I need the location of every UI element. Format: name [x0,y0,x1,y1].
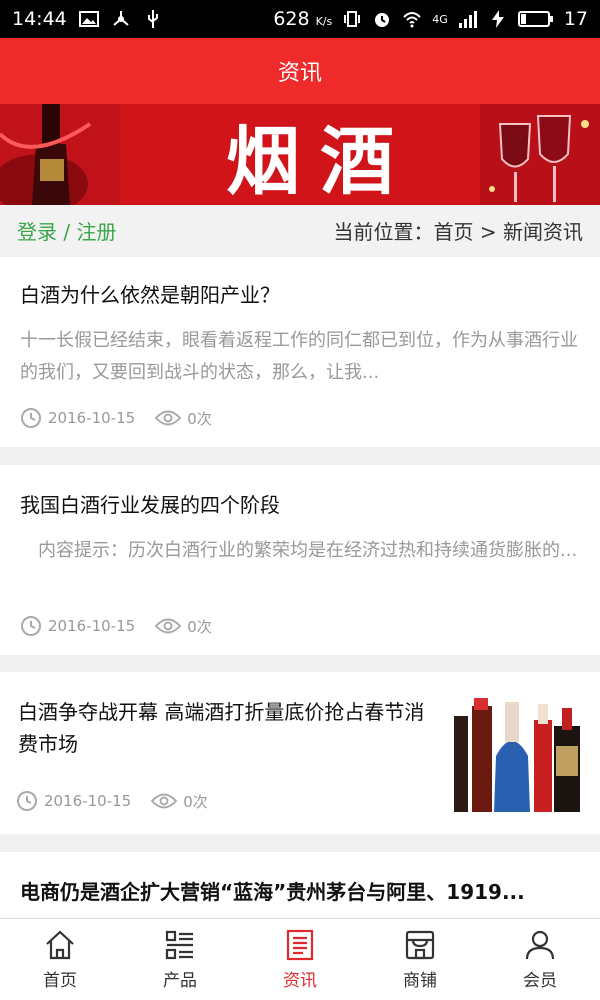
article-views: 0次 [151,791,208,812]
battery-level: 17 [563,8,588,30]
shop-icon [405,930,435,960]
article-date: 2016-10-15 [16,790,131,812]
user-icon [525,930,555,960]
tab-news[interactable]: 资讯 [240,919,360,1000]
image-icon [78,11,99,27]
eye-icon [151,793,178,809]
login-register-link[interactable]: 登录 / 注册 [17,216,116,245]
article-summary: 十一长假已经结束，眼看着返程工作的同仁都已到位，作为从事酒行业的我们，又要回到战… [20,330,578,383]
status-time: 14:44 [12,8,67,30]
tab-home[interactable]: 首页 [0,919,120,1000]
article-views: 0次 [155,408,212,429]
article-views: 0次 [155,616,212,637]
network-type: 4G [432,12,448,26]
article-item[interactable]: 白酒争夺战开幕 高端酒打折量底价抢占春节消费市场 2016-10-15 0次 [0,672,600,834]
tab-label: 资讯 [283,971,317,991]
breadcrumb-bar: 登录 / 注册 当前位置：首页 > 新闻资讯 [0,205,600,255]
battery-icon [517,11,553,27]
usb-icon [147,10,158,28]
tab-label: 产品 [163,971,197,991]
clock-icon [21,408,41,428]
clock-icon [17,791,37,811]
banner[interactable]: 烟酒 [0,104,600,205]
tab-label: 商铺 [403,971,437,991]
article-meta: 2016-10-15 0次 [20,407,212,429]
article-date: 2016-10-15 [20,615,135,637]
network-speed: 628 K/s [273,8,333,30]
bottom-tab-bar: 首页 产品 资讯 商铺 会员 [0,918,600,1000]
page-title: 资讯 [277,61,322,86]
tab-label: 首页 [43,971,77,991]
article-thumbnail [450,686,584,814]
news-icon [286,929,314,961]
article-title: 白酒为什么依然是朝阳产业？ [20,283,280,307]
vibrate-icon [344,11,361,27]
page-header: 资讯 [0,38,600,104]
clock-icon [21,616,41,636]
article-meta: 2016-10-15 0次 [16,790,208,812]
article-meta: 2016-10-15 0次 [20,615,212,637]
banner-wineglass-image [480,104,600,205]
banner-bottle-image [0,104,120,205]
article-summary: 内容提示：历次白酒行业的繁荣均是在经济过热和持续通货膨胀的... [20,540,578,561]
charging-icon [491,10,504,28]
article-date: 2016-10-15 [20,407,135,429]
article-title: 我国白酒行业发展的四个阶段 [20,493,280,517]
tab-label: 会员 [523,971,557,991]
list-icon [165,930,193,960]
eye-icon [155,618,182,634]
breadcrumb: 当前位置：首页 > 新闻资讯 [333,219,583,244]
banner-text: 烟酒 [226,118,414,205]
tab-shop[interactable]: 商铺 [360,919,480,1000]
signal-icon [458,11,477,28]
article-item[interactable]: 电商仍是酒企扩大营销“蓝海”贵州茅台与阿里、1919... [0,852,600,918]
tab-member[interactable]: 会员 [480,919,600,1000]
tab-products[interactable]: 产品 [120,919,240,1000]
article-title: 白酒争夺战开幕 高端酒打折量底价抢占春节消费市场 [18,700,425,756]
article-item[interactable]: 白酒为什么依然是朝阳产业？ 十一长假已经结束，眼看着返程工作的同仁都已到位，作为… [0,257,600,447]
status-bar: 14:44 628 K/s 4G 17 [0,0,600,38]
eye-icon [155,410,182,426]
home-icon [46,930,74,960]
wifi-icon [403,12,421,28]
alarm-icon [375,13,390,27]
article-title: 电商仍是酒企扩大营销“蓝海”贵州茅台与阿里、1919... [20,880,525,904]
share-icon [113,11,129,26]
article-item[interactable]: 我国白酒行业发展的四个阶段 内容提示：历次白酒行业的繁荣均是在经济过热和持续通货… [0,465,600,655]
